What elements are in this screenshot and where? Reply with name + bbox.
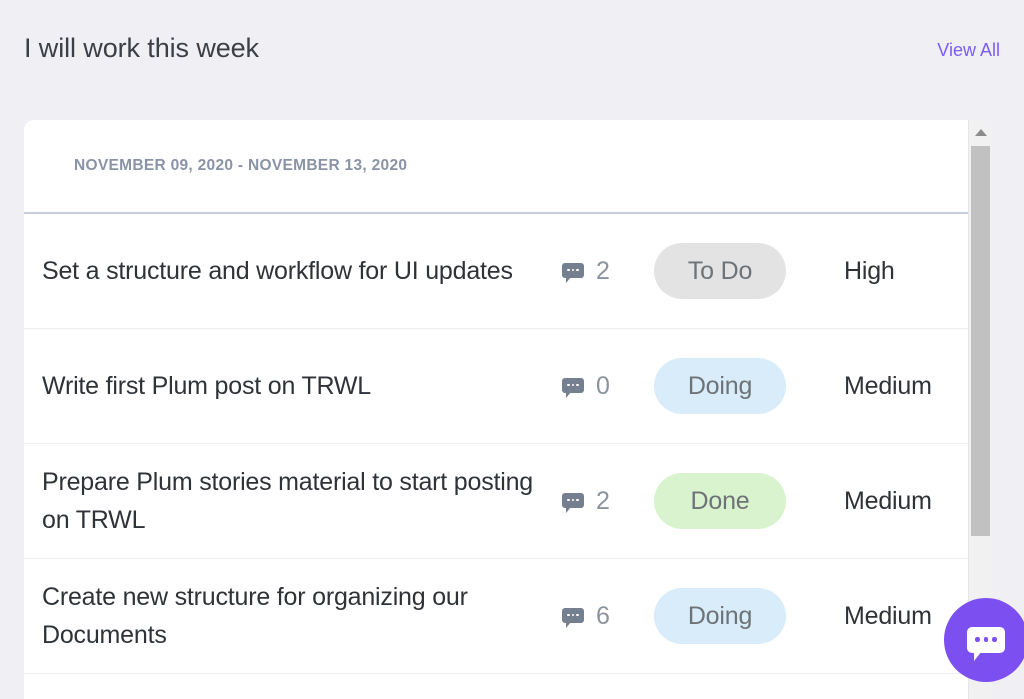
scrollbar-thumb[interactable]	[971, 146, 990, 536]
table-row[interactable]: Prepare Plum stories material to start p…	[24, 444, 968, 559]
task-priority: Medium	[844, 371, 932, 400]
task-title: Write first Plum post on TRWL	[42, 372, 372, 400]
comment-count: 2	[596, 257, 610, 285]
task-status-cell: Doing	[654, 358, 817, 414]
status-badge[interactable]: Done	[654, 473, 786, 529]
task-status-cell: To Do	[654, 243, 817, 299]
comment-count: 0	[596, 372, 610, 400]
date-group-header: NOVEMBER 09, 2020 - NOVEMBER 13, 2020	[24, 120, 968, 214]
page-title: I will work this week	[24, 33, 259, 63]
task-priority: High	[844, 256, 895, 285]
chat-widget-button[interactable]	[944, 598, 1024, 682]
task-title: Set a structure and workflow for UI upda…	[42, 257, 513, 285]
task-title: Prepare Plum stories material to start p…	[42, 468, 534, 534]
comment-icon	[562, 377, 584, 398]
task-priority: Medium	[844, 486, 932, 515]
status-badge[interactable]: Doing	[654, 358, 786, 414]
page-header: I will work this week View All	[0, 0, 1024, 120]
task-status-cell: Doing	[654, 588, 817, 644]
task-comment-group: 2	[562, 487, 654, 515]
date-range-label: NOVEMBER 09, 2020 - NOVEMBER 13, 2020	[74, 157, 408, 174]
task-status-cell: Done	[654, 473, 817, 529]
task-comment-group: 2	[562, 257, 654, 285]
task-comment-group: 6	[562, 602, 654, 630]
task-list-card: NOVEMBER 09, 2020 - NOVEMBER 13, 2020 Se…	[24, 120, 992, 699]
table-row[interactable]: Write first Plum post on TRWL 0 Doing Me…	[24, 329, 968, 444]
comment-icon	[562, 607, 584, 628]
task-comment-group: 0	[562, 372, 654, 400]
chat-bubble-icon	[967, 626, 1005, 661]
view-all-link[interactable]: View All	[937, 28, 1000, 70]
chevron-up-icon	[974, 128, 987, 136]
comment-count: 2	[596, 487, 610, 515]
table-row[interactable]: Set a structure and workflow for UI upda…	[24, 214, 968, 329]
scroll-up-button[interactable]	[969, 120, 992, 144]
comment-icon	[562, 262, 584, 283]
table-row[interactable]: Create new structure for organizing our …	[24, 559, 968, 674]
comment-icon	[562, 492, 584, 513]
comment-count: 6	[596, 602, 610, 630]
status-badge[interactable]: To Do	[654, 243, 786, 299]
task-list-scroll-area[interactable]: NOVEMBER 09, 2020 - NOVEMBER 13, 2020 Se…	[24, 120, 968, 699]
task-title: Create new structure for organizing our …	[42, 583, 468, 649]
status-badge[interactable]: Doing	[654, 588, 786, 644]
